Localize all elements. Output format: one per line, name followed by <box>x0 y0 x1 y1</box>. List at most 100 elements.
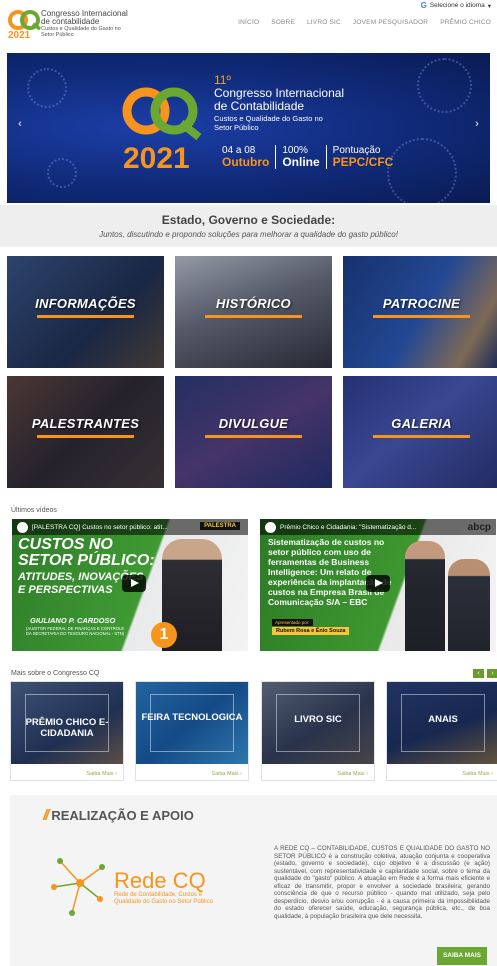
chevron-down-icon: ▾ <box>487 2 491 10</box>
tile-overlay <box>343 256 497 368</box>
card-feira-tecnologica[interactable]: FEIRA TECNOLOGICA Saiba Mais › <box>135 681 249 781</box>
video-headline: CUSTOS NO SETOR PÚBLICO: <box>18 537 155 569</box>
logo-text: Congresso Internacional de contabilidade… <box>41 10 131 39</box>
tile-label: DIVULGUE <box>218 416 289 431</box>
tile-underline <box>37 435 134 438</box>
videos-section-label: Últimos vídeos <box>11 507 57 514</box>
video-headline-line: setor público com uso de <box>268 547 371 557</box>
more-prev-button[interactable]: ‹ <box>473 669 484 678</box>
video-headline: Sistematização de custos no setor públic… <box>268 537 418 607</box>
hero-score-bottom: PEPC/CFC <box>332 155 394 169</box>
tile-overlay <box>7 256 164 368</box>
card-image: PRÊMIO CHICO E-CIDADANIA <box>11 682 123 764</box>
card-premio-chico[interactable]: PRÊMIO CHICO E-CIDADANIA Saiba Mais › <box>10 681 124 781</box>
presenters-names: Rubem Rosa e Ênio Souza <box>272 627 350 635</box>
tile-underline <box>205 315 302 318</box>
role-line: DA SECRETARIA DO TESOURO NACIONAL - STN) <box>26 631 125 636</box>
card-image: ANAIS <box>387 682 497 764</box>
tile-historico[interactable]: HISTÓRICO <box>175 256 332 368</box>
google-icon: G <box>420 1 427 10</box>
tile-label: PATROCINE <box>382 296 461 311</box>
card-image: FEIRA TECNOLOGICA <box>136 682 248 764</box>
rede-sub-line: Qualidade do Gasto no Setor Público <box>114 899 214 905</box>
video-title-bar: Prêmio Chico e Cidadania: "Sistematizaçã… <box>260 519 496 535</box>
network-icon <box>51 858 105 916</box>
main-nav: INÍCIO SOBRE LIVRO SIC JOVEM PESQUISADOR… <box>238 19 491 26</box>
hero-subtitle-line-2: Setor Público <box>214 122 259 132</box>
virus-decoration <box>27 68 67 108</box>
carousel-prev-icon[interactable]: ‹ <box>13 118 27 138</box>
nav-item-sobre[interactable]: SOBRE <box>271 19 295 26</box>
more-next-button[interactable]: › <box>487 669 497 678</box>
virus-decoration <box>47 158 77 188</box>
video-card-1[interactable]: [PALESTRA CQ] Custos no setor público: a… <box>12 519 248 651</box>
hero-score: Pontuação PEPC/CFC <box>325 145 400 169</box>
video-title[interactable]: Prêmio Chico e Cidadania: "Sistematizaçã… <box>280 524 416 531</box>
channel-icon <box>265 521 276 533</box>
theme-title: Estado, Governo e Sociedade: <box>161 213 336 227</box>
video-headline-line: Comunicação S/A – EBC <box>268 597 368 607</box>
rede-sub-line: Rede de Contabilidade, Custos e <box>114 892 203 898</box>
video-card-2[interactable]: Prêmio Chico e Cidadania: "Sistematizaçã… <box>260 519 496 651</box>
video-headline-line: experiência da implantação de <box>268 577 392 587</box>
realizacao-title-text: REALIZAÇÃO E APOIO <box>51 808 194 823</box>
virus-decoration <box>417 58 472 113</box>
tile-underline <box>373 435 470 438</box>
abcp-logo: abcp <box>467 522 491 533</box>
logo-line-2: de contabilidade <box>41 17 100 26</box>
nav-item-jovem-pesquisador[interactable]: JOVEM PESQUISADOR <box>353 19 428 26</box>
hero-mode: 100% Online <box>275 145 325 169</box>
theme-subtitle: Juntos, discutindo e propondo soluções p… <box>99 230 398 239</box>
card-label: FEIRA TECNOLOGICA <box>141 712 243 723</box>
card-saiba-mais-link[interactable]: Saiba Mais › <box>337 771 368 777</box>
card-livro-sic[interactable]: LIVRO SIC Saiba Mais › <box>261 681 375 781</box>
tile-overlay <box>343 376 497 488</box>
rede-cq-logo-text[interactable]: Rede CQ <box>114 868 206 894</box>
cq-logo-icon[interactable]: 2021 <box>7 9 43 39</box>
tile-underline <box>37 315 134 318</box>
card-saiba-mais-link[interactable]: Saiba Mais › <box>462 771 493 777</box>
play-icon[interactable] <box>122 575 146 592</box>
tile-patrocine[interactable]: PATROCINE <box>343 256 497 368</box>
video-headline-line: CUSTOS NO <box>18 536 113 553</box>
tile-label: PALESTRANTES <box>31 416 140 431</box>
card-label: LIVRO SIC <box>294 714 342 725</box>
video-headline-line: Intelligence: Um relato de <box>268 567 372 577</box>
hero-date: 04 a 08 Outubro <box>222 145 275 169</box>
hero-mode-bottom: Online <box>282 155 320 169</box>
card-saiba-mais-link[interactable]: Saiba Mais › <box>211 771 242 777</box>
language-label: Selecione o idioma <box>429 2 485 9</box>
hero-banner[interactable]: ‹ › 2021 11º Congresso Internacional de … <box>7 53 490 203</box>
card-image: LIVRO SIC <box>262 682 374 764</box>
nav-item-inicio[interactable]: INÍCIO <box>238 19 259 26</box>
tile-overlay <box>175 376 332 488</box>
tile-overlay <box>7 376 164 488</box>
hero-cq-logo-icon: 2021 <box>122 87 202 175</box>
realizacao-section: // REALIZAÇÃO E APOIO Rede CQ Rede de Co… <box>10 795 497 966</box>
carousel-next-icon[interactable]: › <box>470 118 484 138</box>
hero-logo-year: 2021 <box>123 142 190 175</box>
play-icon[interactable] <box>366 575 390 592</box>
rede-cq-subtitle: Rede de Contabilidade, Custos e Qualidad… <box>114 892 213 906</box>
presenter-photo-2 <box>448 559 490 651</box>
theme-band: Estado, Governo e Sociedade: Juntos, dis… <box>0 205 497 247</box>
site-header: 2021 Congresso Internacional de contabil… <box>0 0 497 46</box>
tile-galeria[interactable]: GALERIA <box>343 376 497 488</box>
language-selector[interactable]: G Selecione o idioma ▾ <box>421 1 491 10</box>
hero-title-line-2: de Contabilidade <box>214 99 305 113</box>
card-anais[interactable]: ANAIS Saiba Mais › <box>386 681 497 781</box>
tile-palestrantes[interactable]: PALESTRANTES <box>7 376 164 488</box>
video-headline-line: ferramentas de Business <box>268 557 370 567</box>
saiba-mais-button[interactable]: SAIBA MAIS <box>437 947 487 965</box>
tile-informacoes[interactable]: INFORMAÇÕES <box>7 256 164 368</box>
nav-item-livro-sic[interactable]: LIVRO SIC <box>307 19 341 26</box>
slash-icon: // <box>43 807 50 824</box>
hero-info-row: 04 a 08 Outubro 100% Online Pontuação PE… <box>222 145 399 169</box>
video-title[interactable]: [PALESTRA CQ] Custos no setor público: a… <box>32 524 168 531</box>
tile-divulgue[interactable]: DIVULGUE <box>175 376 332 488</box>
nav-item-premio-chico[interactable]: PRÊMIO CHICO <box>440 19 491 26</box>
card-saiba-mais-link[interactable]: Saiba Mais › <box>86 771 117 777</box>
video-tag: PALESTRA <box>200 522 240 530</box>
video-headline-line: SETOR PÚBLICO: <box>18 552 155 569</box>
realizacao-title: // REALIZAÇÃO E APOIO <box>43 807 194 824</box>
